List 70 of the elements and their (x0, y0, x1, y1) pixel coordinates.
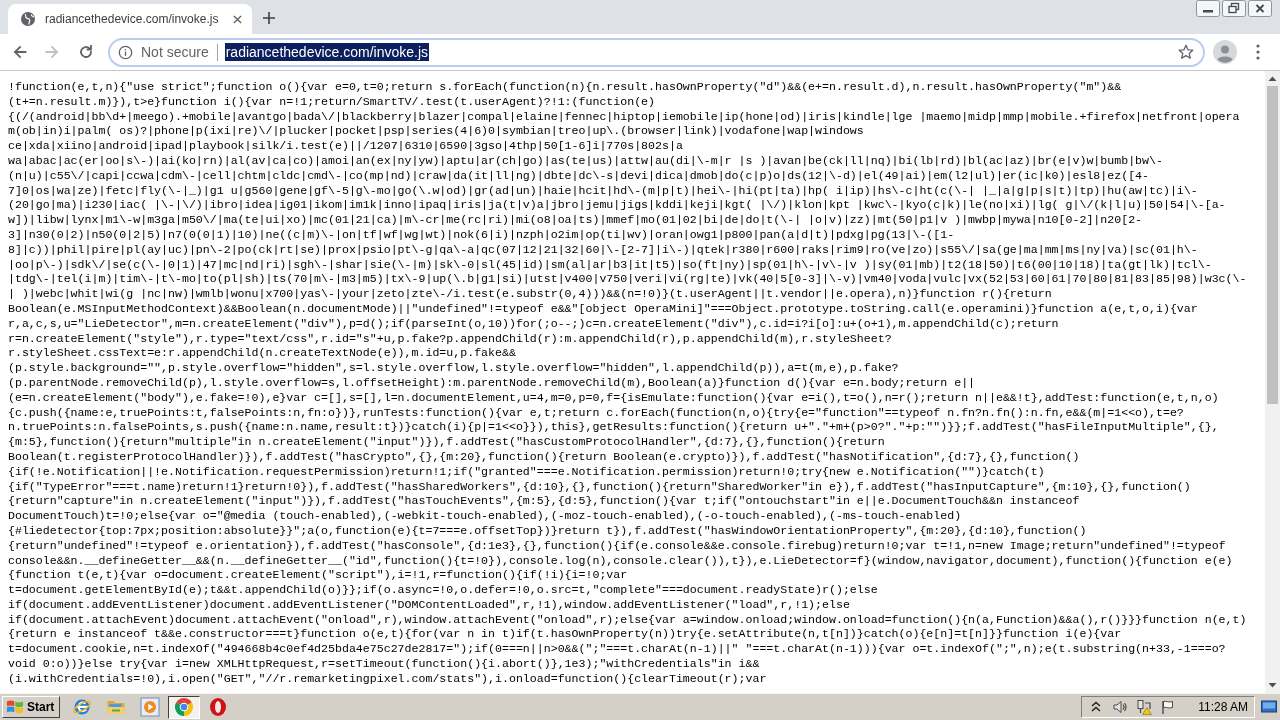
code-line: r,a,c,s,u="LieDetector",m=n.createElement("div"),p=d();if(parseInt(o,10))for(;o--;)c=n.createElement("div"),c.id=i?i[o]:u+(o+1),m.appendChild(c);return (8, 316, 1059, 332)
code-line: (i.withCredentials=!0),i.open("GET","//r.remarketingpixel.com/stats"),i.onload=function(){clearTimeout(r);var (8, 671, 767, 687)
windows-logo-icon (6, 699, 24, 715)
code-line: {#liedetector{top:7px;position:absolute}}";a(o,function(e){t=7===e.offsetTop})}return t}),f.addTest("hasWindowOrientationProperty",{m:20},{d:10},function() (8, 523, 1087, 539)
code-line: {c.push({name:e,truePoints:t,falsePoints:n,fn:o})},runTests:function(){var e,t;return c.forEach(function(n,o){try{e="function"==typeof n.fn?n.fn():n.fn,e&&(m|=1<<o),t=e? (8, 405, 1184, 421)
show-desktop-icon[interactable] (1261, 699, 1277, 715)
close-icon[interactable] (233, 14, 242, 24)
code-line: console&&n.__defineGetter__&&(n.__defineGetter__("id",function(){t=!0}),console.log(n),console.clear()),t}),e.LieDetector=f}(window,navigator,document),function(){function e(e) (8, 553, 1233, 569)
scrollbar[interactable] (1265, 71, 1280, 693)
address-bar[interactable]: Not secure radiancethedevice.com/invoke.js (108, 37, 1205, 67)
restore-icon[interactable] (1222, 0, 1246, 17)
ring-logo-icon (208, 697, 229, 717)
code-line: if(document.attachEvent)document.attachEvent("onload",r),window.attachEvent("onload",r);else{var a=window.onload;window.onload=function(){n(a,Function)&&a(),r()}}}function n(e,t) (8, 612, 1247, 628)
speaker-icon[interactable] (1112, 699, 1129, 715)
code-line: {function t(e,t){var o=document.createElement("script"),i=!1,r=function(){if(!i){i=!0;var (8, 568, 628, 584)
code-line: Boolean(e.MSInputMethodContext)&&Boolean(n.documentMode)||"undefined"!=typeof e&&"[object OperaMini]"===Object.prototype.toString.call(e.operamini)}function a(e,t,o,i){var (8, 301, 1198, 317)
code-line: m(ob|in)i|palm( os)?|phone|p(ixi|re)\/|plucker|pocket|psp|series(4|6)0|symbian|treo|up\.(browser|link)|vodafone|wap|windows (8, 124, 864, 140)
code-line: 7]0|os|wa|ze)|fetc|fly(\-|_)|g1 u|g560|gene|gf\-5|g\-mo|go(\.w|od)|gr(ad|un)|haie|hcit|hd\-(m|p|t)|hei\-|hi(pt|ta)|hp( i|ip)|hs\-c|ht(c(\-| |_|a|g|p|s|t)|tp)|hu(aw|tc)|i\- (8, 183, 1198, 199)
code-line: (t+=n.result.m)}),t>e}function i(){var n=!1;return/SmartTV/.test(t.userAgent)?!1:(function(e) (8, 94, 656, 110)
clock-text: 11:28 AM (1198, 700, 1248, 714)
code-line: Boolean(t.registerProtocolHandler)}),f.addTest("hasCrypto",{},{m:20},function(){return Boolean(e.crypto)}),f.addTest("hasNotification",{d:7},{},function() (8, 449, 1080, 465)
play-icon (140, 697, 161, 717)
code-line: 8]|c))|phil|pire|pl(ay|uc)|pn\-2|po(ck|rt|se)|prox|psio|pt\-g|qa\-a|qc(07|12|21|32|60|\-[2-7]|i\-)|qtek|r380|r600|raks|rim9|ro(ve|zo)|s55\/|sa(ge|ma|mm|ms|ny|va)|sc(01|h\- (8, 242, 1198, 258)
plus-icon[interactable] (263, 12, 275, 24)
code-line: ce|xda|xiino|android|ipad|playbook|silk/i.test(e)||/1207|6310|6590|3gso|4thp|50[1-6]i|770s|802s|a (8, 139, 683, 154)
browser-tab[interactable]: radiancethedevice.com/invoke.js (8, 4, 252, 34)
start-button[interactable]: Start (2, 696, 61, 718)
globe-icon (20, 11, 36, 27)
code-line: {return"capture"in n.createElement("input")}),f.addTest("hasTouchEvents",{m:5},{d:5},function(){var t;if("ontouchstart"in e||e.DocumentTouch&&n instanceof (8, 494, 1080, 510)
globe-e-icon (72, 697, 93, 717)
reload-icon[interactable] (78, 44, 94, 60)
back-icon[interactable] (12, 44, 28, 60)
code-line: t=document.cookie,n=t.indexOf("494668b4c0ef4d25bda4e75c27de2817=");if(0===n||n>0&&(";"===t.charAt(n-1)||" "===t.charAt(n-1))){var o=t.indexOf(";",n);e(t.substring(n+33,-1===o? (8, 642, 1226, 658)
code-line: | )|webc|whit|wi(g |nc|nw)|wmlb|wonu|x700|yas\-|your|zeto|zte\-/i.test(e.substr(0,4)))&&(n=!0)}(t.userAgent||t.vendor||e.opera),n)}function r(){return (8, 287, 1052, 302)
code-line: w])|libw|lynx|m1\-w|m3ga|m50\/|ma(te|ui|xo)|mc(01|21|ca)|m\-cr|me(rc|ri)|mi(o8|oa|ts)|mmef|mo(01|02|bi|de|do|t(\-| |o|v)|zz)|mt(50|p1|v )|mwbp|mywa|n10[0-2]|n20[2- (8, 213, 1143, 228)
code-line: r=n.createElement("style"),r.type="text/css",r.id="s"+u,p.fake?p.appendChild(r):m.appendChild(r),p.appendChild(m),r.styleSheet? (8, 331, 892, 347)
info-icon[interactable] (118, 44, 133, 60)
code-line: {(/(android|bb\d+|meego).+mobile|avantgo|bada\/|blackberry|blazer|compal|elaine|fennec|hiptop|iemobile|ip(hone|od)|iris|kindle|lge |maemo|midp|mmp|mobile.+firefox|netfront|opera (8, 109, 1240, 125)
code-line: (n|u)|c55\/|capi|ccwa|cdm\-|cell|chtm|cldc|cmd\-|co(mp|nd)|craw|da(it|ll|ng)|dbte|dc\-s|devi|dica|dmob|do(c|p)o|ds(12|\-d)|el(49|ai)|em(l2|ul)|er(ic|k0)|esl8|ez([4- (8, 168, 1149, 184)
code-line: (20|go|ma)|i230|iac( |\-|\/)|ibro|idea|ig01|ikom|im1k|inno|ipaq|iris|ja(t|v)a|jbro|jemu|jigs|kddi|keji|kgt( |\/)|klon|kpt |kwc\-|kyo(c|k)|le(no|xi)|lg( g|\/(k|l|u)|50|54|\-[a- (8, 198, 1226, 214)
code-line: void 0:o))}else try{var i=new XMLHttpRequest,r=setTimeout(function(){i.abort()},1e3);"withCredentials"in i&& (8, 657, 760, 672)
code-line: r.styleSheet.cssText=e:r.appendChild(n.createTextNode(e)),m.id=u,p.fake&& (8, 346, 516, 362)
taskbar-button[interactable] (168, 695, 201, 719)
code-line: {return"undefined"!=typeof e.orientation}),f.addTest("hasConsole",{d:1e3},{},function(){if(e.console&&e.console.firebug)return!0;var t=!1,n=new Image;return"undefined"!=typeof (8, 538, 1226, 554)
code-line: if(document.addEventListener)document.addEventListener("DOMContentLoaded",r,!1),window.addEventListener("load",r,!1);else (8, 597, 850, 613)
url-text[interactable]: radiancethedevice.com/invoke.js (224, 43, 430, 61)
round-logo-icon (174, 697, 195, 717)
code-line: {m:5},function(){return"multiple"in n.createElement("input")}),f.addTest("hasCustomProtocolHandler",{d:7},{},function(){return (8, 435, 885, 450)
code-line: !function(e,t,n){"use strict";function o(){var e=0,t=0;return s.forEach(function(n){n.result.hasOwnProperty("d")&&(e+=n.result.d),n.result.hasOwnProperty("m")&& (8, 80, 1122, 95)
code-line: (p.style.background="",p.style.overflow="hidden",s=l.style.overflow,l.style.overflow="hidden",l.appendChild(p)),a=t(m,e),p.fake? (8, 361, 899, 376)
scrollbar-thumb[interactable] (1267, 86, 1278, 404)
code-line: wa|abac|ac(er|oo|s\-)|ai(ko|rn)|al(av|ca|co)|amoi|an(ex|ny|yw)|aptu|ar(ch|go)|as(te|us)|attw|au(di|\-m|r |s )|avan|be(ck|ll|nq)|bi(lb|rd)|bl(ac|az)|br(e|v)w|bumb|bw\- (8, 154, 1163, 169)
code-line: {if(!e.Notification||!e.Notification.requestPermission)return!1;if("granted"===e.Notification.permission)return!0;try{new e.Notification("")}catch(t) (8, 464, 1045, 480)
code-line: t=document.getElementById(e);t&&t.appendChild(o)}};if(o.async=!0,o.defer=!0,o.src=t,"complete"===document.readyState)r();else (8, 583, 878, 598)
code-line: |oo|p\-)|sdk\/|se(c(\-|0|1)|47|mc|nd|ri)|sgh\-|shar|sie(\-|m)|sk\-0|sl(45|id)|sm(al|ar|b3|it|t5)|so(ft|ny)|sp(01|h\-|v\-|v )|sy(01|mb)|t2(18|50)|t6(00|10|18)|ta(gt|lk)|tcl\- (8, 257, 1212, 273)
code-line: |tdg\-|tel(i|m)|tim\-|t\-mo|to(pl|sh)|ts(70|m\-|m3|m5)|tx\-9|up(\.b|g1|si)|utst|v400|v750|veri|vi(rg|te)|vk(40|5[0-3]|\-v)|vm40|voda|vulc|vx(52|53|60|61|70|80|81|83|85|98)|w3c(\- (8, 272, 1247, 288)
security-label: Not secure (141, 44, 209, 60)
code-line: {if("TypeError"===t.name)return!1}return!0}),f.addTest("hasSharedWorkers",{d:10},{},function(){return"SharedWorker"in e}),f.addTest("hasInputCapture",{m:10},{},function() (8, 479, 1191, 495)
menu-icon[interactable] (1256, 44, 1260, 60)
avatar-icon[interactable] (1213, 40, 1237, 64)
minimize-icon[interactable] (1196, 0, 1220, 17)
close-window-icon[interactable] (1248, 0, 1272, 17)
network-warning-icon[interactable] (1136, 699, 1153, 715)
code-line: DocumentTouch)t=!0;else{var o="@media (touch-enabled),(-webkit-touch-enabled),(-moz-touch-enabled),(-o-touch-enabled),(-ms-touch-enabled) (8, 509, 962, 524)
code-line: n.truePoints:n.falsePoints,s.push({name:n.name,result:t})}catch(i){p|=1<<o}}),this},getResults:function(){return u+"."+m+(p>0?"."+p:"")}};f.addTest("hasFileInputMultiple",{}, (8, 420, 1219, 436)
code-line: 3]|n30(0|2)|n50(0|2|5)|n7(0(0|1)|10)|ne((c|m)\-|on|tf|wf|wg|wt)|nok(6|i)|nzph|o2im|op(ti|wv)|oran|owg1|p800|pan(a|d|t)|pdxg|pg(13|\-([1- (8, 227, 955, 243)
code-line: (e=n.createElement("body"),e.fake=!0),e}var c=[],s=[],l=n.documentElement,u=4,m=0,p=0,f={isEmulate:function(){var e=i(),t=o(),n=r();return n||e&&!t},addTest:function(e,t,n,o) (8, 390, 1219, 406)
code-line: (p.parentNode.removeChild(p),l.style.overflow=s,l.offsetHeight):m.parentNode.removeChild(m),Boolean(a)}function d(){var e=n.body;return e|| (8, 375, 976, 391)
code-line: {return e instanceof t&&e.constructor===t}function o(e,t){for(var n in t)if(t.hasOwnProperty(n))try{e.setAttribute(n,t[n])}catch(o){e[n]=t[n]}}function i(e){var (8, 627, 1122, 643)
bookmark-star-icon[interactable] (1178, 44, 1194, 60)
